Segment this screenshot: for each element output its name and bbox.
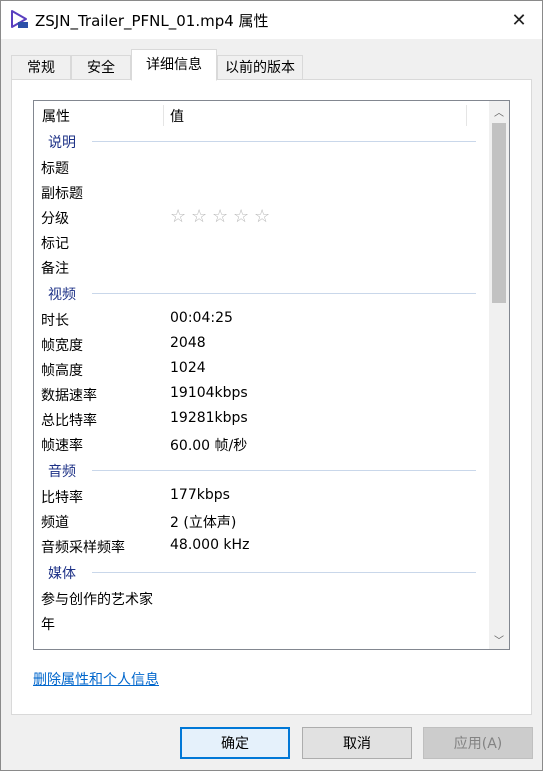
star-icon[interactable]: ☆ xyxy=(170,206,191,227)
remove-properties-link[interactable]: 删除属性和个人信息 xyxy=(33,669,159,689)
property-key: 频道 xyxy=(41,515,69,531)
chevron-down-icon: ﹀ xyxy=(494,635,504,647)
property-key: 帧速率 xyxy=(41,438,83,454)
ok-button[interactable]: 确定 xyxy=(180,727,290,759)
group-label: 视频 xyxy=(48,287,76,303)
property-key: 副标题 xyxy=(41,186,83,202)
table-row[interactable]: 参与创作的艺术家 xyxy=(34,586,486,611)
tab-details[interactable]: 详细信息 xyxy=(131,49,217,81)
tab-general[interactable]: 常规 xyxy=(11,55,71,79)
window-title: ZSJN_Trailer_PFNL_01.mp4 属性 xyxy=(35,12,269,30)
column-header: 属性 值 xyxy=(34,101,486,128)
group-video[interactable]: 视频 xyxy=(34,280,486,307)
table-row[interactable]: 帧速率 60.00 帧/秒 xyxy=(34,432,486,457)
rating-stars[interactable]: ☆ ☆ ☆ ☆ ☆ xyxy=(170,206,275,227)
vertical-scrollbar[interactable]: ︿ ﹀ xyxy=(489,101,509,649)
column-divider[interactable] xyxy=(466,105,467,126)
table-row[interactable]: 时长 00:04:25 xyxy=(34,307,486,332)
table-row[interactable]: 标题 xyxy=(34,155,486,180)
table-row[interactable]: 分级 ☆ ☆ ☆ ☆ ☆ xyxy=(34,205,486,230)
group-description[interactable]: 说明 xyxy=(34,128,486,155)
group-divider xyxy=(92,293,476,294)
scrollbar-thumb[interactable] xyxy=(492,123,506,303)
star-icon[interactable]: ☆ xyxy=(233,206,254,227)
property-key: 参与创作的艺术家 xyxy=(41,592,153,608)
property-key: 备注 xyxy=(41,261,69,277)
table-row[interactable]: 副标题 xyxy=(34,180,486,205)
property-key: 帧高度 xyxy=(41,363,83,379)
property-value: 60.00 帧/秒 xyxy=(170,438,248,454)
table-row[interactable]: 数据速率 19104kbps xyxy=(34,382,486,407)
column-header-property[interactable]: 属性 xyxy=(42,106,70,126)
group-label: 音频 xyxy=(48,464,76,480)
property-value: 00:04:25 xyxy=(170,310,233,326)
column-header-value[interactable]: 值 xyxy=(170,106,184,126)
table-row[interactable]: 音频采样频率 48.000 kHz xyxy=(34,534,486,559)
close-button[interactable]: ✕ xyxy=(496,1,542,39)
property-key: 标记 xyxy=(41,236,69,252)
tab-previous-versions[interactable]: 以前的版本 xyxy=(217,55,303,79)
table-row[interactable]: 帧高度 1024 xyxy=(34,357,486,382)
title-bar: ZSJN_Trailer_PFNL_01.mp4 属性 ✕ xyxy=(1,1,542,39)
property-value: 19281kbps xyxy=(170,410,248,426)
property-list[interactable]: 属性 值 说明 标题 副标题 分级 ☆ ☆ ☆ ☆ ☆ 标记 备注 视频 时长 … xyxy=(33,100,510,650)
scroll-up-button[interactable]: ︿ xyxy=(489,101,509,121)
apply-button[interactable]: 应用(A) xyxy=(423,727,533,759)
property-key: 帧宽度 xyxy=(41,338,83,354)
property-value: 2048 xyxy=(170,335,206,351)
property-key: 比特率 xyxy=(41,490,83,506)
property-key: 音频采样频率 xyxy=(41,540,125,556)
group-label: 说明 xyxy=(48,135,76,151)
property-value: 1024 xyxy=(170,360,206,376)
group-divider xyxy=(92,470,476,471)
details-panel: 属性 值 说明 标题 副标题 分级 ☆ ☆ ☆ ☆ ☆ 标记 备注 视频 时长 … xyxy=(11,79,532,715)
star-icon[interactable]: ☆ xyxy=(191,206,212,227)
property-value: 48.000 kHz xyxy=(170,537,250,553)
chevron-up-icon: ︿ xyxy=(494,107,504,119)
column-divider[interactable] xyxy=(163,105,164,126)
table-row[interactable]: 年 xyxy=(34,611,486,636)
table-row[interactable]: 帧宽度 2048 xyxy=(34,332,486,357)
property-key: 年 xyxy=(41,617,55,633)
star-icon[interactable]: ☆ xyxy=(212,206,233,227)
property-rows: 说明 标题 副标题 分级 ☆ ☆ ☆ ☆ ☆ 标记 备注 视频 时长 00:04:25 xyxy=(34,128,486,636)
property-key: 分级 xyxy=(41,211,69,227)
cancel-button[interactable]: 取消 xyxy=(302,727,412,759)
close-icon: ✕ xyxy=(511,9,527,31)
property-key: 时长 xyxy=(41,313,69,329)
table-row[interactable]: 频道 2 (立体声) xyxy=(34,509,486,534)
property-value: 2 (立体声) xyxy=(170,515,237,531)
video-file-icon xyxy=(11,10,28,28)
tab-security[interactable]: 安全 xyxy=(71,55,131,79)
properties-window: ZSJN_Trailer_PFNL_01.mp4 属性 ✕ 常规 安全 详细信息… xyxy=(0,0,543,771)
property-key: 数据速率 xyxy=(41,388,97,404)
group-divider xyxy=(92,141,476,142)
table-row[interactable]: 总比特率 19281kbps xyxy=(34,407,486,432)
property-key: 标题 xyxy=(41,161,69,177)
table-row[interactable]: 备注 xyxy=(34,255,486,280)
table-row[interactable]: 标记 xyxy=(34,230,486,255)
star-icon[interactable]: ☆ xyxy=(254,206,275,227)
group-media[interactable]: 媒体 xyxy=(34,559,486,586)
scroll-down-button[interactable]: ﹀ xyxy=(489,629,509,649)
group-label: 媒体 xyxy=(48,566,76,582)
property-value: 19104kbps xyxy=(170,385,248,401)
group-audio[interactable]: 音频 xyxy=(34,457,486,484)
property-value: 177kbps xyxy=(170,487,230,503)
property-key: 总比特率 xyxy=(41,413,97,429)
group-divider xyxy=(92,572,476,573)
table-row[interactable]: 比特率 177kbps xyxy=(34,484,486,509)
